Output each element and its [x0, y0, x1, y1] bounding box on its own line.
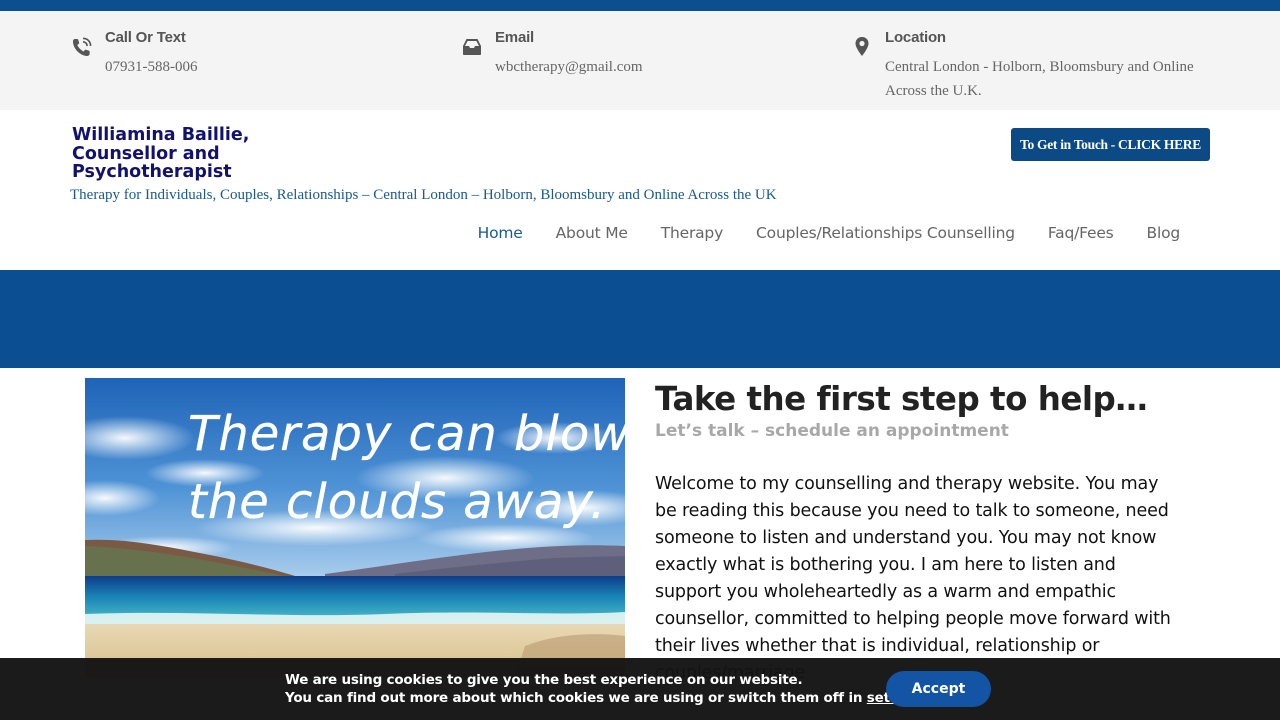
- logo-line-3: Psychotherapist: [72, 162, 232, 182]
- location-label: Location: [885, 29, 946, 46]
- page-banner: [0, 270, 1280, 368]
- top-stripe: [0, 0, 1280, 11]
- main-nav: Home About Me Therapy Couples/Relationsh…: [445, 224, 1181, 242]
- call-number[interactable]: 07931-588-006: [105, 55, 198, 79]
- nav-item-faq-fees[interactable]: Faq/Fees: [1048, 224, 1114, 242]
- hero-line-1: Therapy can blow: [188, 406, 625, 462]
- get-in-touch-button[interactable]: To Get in Touch - CLICK HERE: [1011, 128, 1210, 161]
- nav-item-therapy[interactable]: Therapy: [661, 224, 724, 242]
- cookie-line-1: We are using cookies to give you the bes…: [285, 672, 803, 688]
- site-tagline: Therapy for Individuals, Couples, Relati…: [70, 187, 777, 203]
- inbox-icon: [463, 39, 481, 55]
- hero-line-2: the clouds away.: [188, 474, 606, 530]
- nav-item-about-me[interactable]: About Me: [556, 224, 628, 242]
- nav-item-couples-relationships[interactable]: Couples/Relationships Counselling: [756, 224, 1015, 242]
- email-label: Email: [495, 29, 535, 46]
- cookie-line-2-text: You can find out more about which cookie…: [285, 690, 863, 706]
- cookie-accept-button[interactable]: Accept: [886, 671, 991, 707]
- cookie-line-2: You can find out more about which cookie…: [285, 689, 932, 707]
- nav-item-home[interactable]: Home: [478, 224, 523, 242]
- location-line-1: Central London - Holborn, Bloomsbury and…: [885, 59, 1194, 75]
- location-line-2: Across the U.K.: [885, 83, 982, 99]
- intro-paragraph: Welcome to my counselling and therapy we…: [655, 474, 1171, 683]
- hero-image: Therapy can blow the clouds away.: [85, 378, 625, 678]
- beach-scene-illustration: Therapy can blow the clouds away.: [85, 378, 625, 678]
- location-value: Central London - Holborn, Bloomsbury and…: [885, 55, 1194, 103]
- call-label: Call Or Text: [105, 29, 186, 46]
- logo-line-1: Williamina Baillie,: [72, 125, 250, 145]
- logo-line-2: Counsellor and: [72, 143, 220, 164]
- nav-item-blog[interactable]: Blog: [1147, 224, 1181, 242]
- page-heading: Take the first step to help…: [655, 380, 1148, 418]
- page-subheading: Let’s talk – schedule an appointment: [655, 421, 1009, 441]
- contact-info-bar: Call Or Text 07931-588-006 Email wbcther…: [0, 11, 1280, 110]
- email-address[interactable]: wbctherapy@gmail.com: [495, 55, 643, 79]
- map-pin-icon: [855, 37, 869, 56]
- cookie-message: We are using cookies to give you the bes…: [285, 671, 932, 707]
- intro-section: Take the first step to help… Let’s talk …: [655, 380, 1195, 687]
- phone-icon: [73, 37, 92, 57]
- site-logo[interactable]: Williamina Baillie, Counsellor and Psych…: [72, 126, 249, 182]
- cookie-banner: We are using cookies to give you the bes…: [0, 658, 1280, 720]
